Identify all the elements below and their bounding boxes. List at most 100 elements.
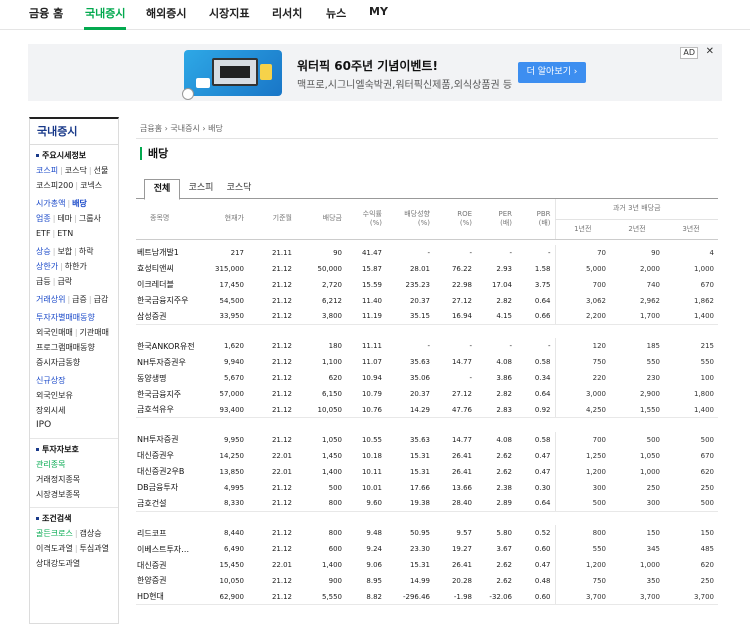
sidebar-item-otc[interactable]: 장외시세: [36, 406, 65, 415]
table-row[interactable]: 이베스트투자… 6,490 21.12 600 9.24 23.30 19.27 3.67 0.…: [136, 541, 718, 558]
stock-name-link[interactable]: 한국ANKOR유전: [136, 338, 212, 354]
sidebar-item-etn[interactable]: ETN: [57, 229, 73, 238]
sidebar-item-institution-trade[interactable]: 기관매매: [80, 328, 109, 337]
base-month-cell: 21.12: [248, 402, 296, 419]
table-row[interactable]: 한국ANKOR유전 1,620 21.12 180 11.11- - - -120 185 215: [136, 338, 718, 355]
nav-market-indicators[interactable]: 시장지표: [209, 5, 249, 21]
sidebar-item-gap-up[interactable]: 갭상승: [80, 529, 102, 538]
sidebar-item-lower-limit[interactable]: 하한가: [65, 262, 87, 271]
sidebar-item-fund-trend[interactable]: 증시자금동향: [36, 358, 80, 367]
ad-banner[interactable]: 워터픽 60주년 기념이벤트! 맥프로,시그니엘숙박권,워터픽신제품,외식상품권…: [28, 44, 722, 101]
table-row[interactable]: NH투자증권 9,950 21.12 1,050 10.55 35.63 14.77 4.08…: [136, 431, 718, 448]
nav-domestic[interactable]: 국내증시: [85, 5, 125, 21]
table-row[interactable]: 베트남개발1 217 21.11 90 41.47- - - -70 90 4: [136, 245, 718, 261]
stock-name-link[interactable]: 금호건설: [136, 495, 212, 512]
sidebar-item-program-trade[interactable]: 프로그램매매동향: [36, 343, 95, 352]
sidebar-item-konex[interactable]: 코넥스: [80, 181, 102, 190]
nav-overseas[interactable]: 해외증시: [146, 5, 186, 21]
sidebar-item-plunge[interactable]: 급락: [57, 277, 72, 286]
stock-name-link[interactable]: 대신증권2우B: [136, 464, 212, 480]
tab-kospi[interactable]: 코스피: [182, 179, 220, 199]
table-row[interactable]: NH투자증권우 9,940 21.12 1,100 11.07 35.63 14.77 4.0…: [136, 354, 718, 371]
table-row[interactable]: 금호건설 8,330 21.12 800 9.60 19.38 28.40 2.89 0.64 5…: [136, 495, 718, 512]
stock-name-link[interactable]: 한국금융지주: [136, 386, 212, 402]
stock-name-link[interactable]: 이베스트투자…: [136, 541, 212, 557]
table-row[interactable]: 삼성증권 33,950 21.12 3,800 11.19 35.15 16.94 4.15 0…: [136, 308, 718, 325]
table-row[interactable]: 이크레더블 17,450 21.12 2,720 15.59 235.23 22.98 17.…: [136, 276, 718, 293]
stock-name-link[interactable]: HD현대: [136, 588, 212, 606]
table-row[interactable]: 대신증권 15,450 22.01 1,400 9.06 15.31 26.41 2.62 0.…: [136, 557, 718, 574]
stock-name-link[interactable]: 베트남개발1: [136, 245, 212, 261]
sidebar-item-surge[interactable]: 급등: [36, 277, 51, 286]
sidebar-item-dividend[interactable]: 배당: [72, 199, 87, 208]
table-row[interactable]: 한국금융지주우 54,500 21.12 6,212 11.40 20.37 27.12 2.…: [136, 292, 718, 309]
sidebar-item-top-volume[interactable]: 거래상위: [36, 295, 65, 304]
stock-name-link[interactable]: 동양생명: [136, 370, 212, 386]
tab-all[interactable]: 전체: [144, 179, 180, 200]
ad-close-icon[interactable]: ✕: [706, 46, 714, 58]
stock-name-link[interactable]: 금호석유우: [136, 402, 212, 419]
stock-name-link[interactable]: 대신증권우: [136, 448, 212, 464]
table-row[interactable]: 대신증권2우B 13,850 22.01 1,400 10.11 15.31 26.41 2.…: [136, 463, 718, 480]
sidebar-item-etf[interactable]: ETF: [36, 229, 51, 238]
tab-kosdaq[interactable]: 코스닥: [220, 179, 258, 199]
sidebar-item-warning[interactable]: 시장경보종목: [36, 490, 80, 499]
sidebar-item-group[interactable]: 그룹사: [79, 214, 101, 223]
table-row[interactable]: DB금융투자 4,995 21.12 500 10.01 17.66 13.66 2.38 0.…: [136, 479, 718, 496]
sidebar-item-managed[interactable]: 관리종목: [36, 460, 65, 469]
sidebar-item-rise[interactable]: 상승: [36, 247, 51, 256]
stock-name-link[interactable]: 한양증권: [136, 573, 212, 589]
table-row[interactable]: 금호석유우 93,400 21.12 10,050 10.76 14.29 47.76 2.8…: [136, 402, 718, 419]
sidebar-item-market-cap[interactable]: 시가총액: [36, 199, 65, 208]
sidebar-item-flat[interactable]: 보합: [57, 247, 72, 256]
sidebar-item-ipo[interactable]: IPO: [36, 420, 51, 430]
sidebar-item-kosdaq[interactable]: 코스닥: [65, 166, 87, 175]
table-row[interactable]: 동양생명 5,670 21.12 620 10.94 35.06 - 3.86 0.34 220 2…: [136, 370, 718, 387]
stock-name-link[interactable]: 리드코프: [136, 525, 212, 541]
sidebar-item-investor-trend[interactable]: 투자자별매매동향: [36, 313, 95, 322]
stock-name-link[interactable]: 대신증권: [136, 557, 212, 573]
sidebar-item-upper-limit[interactable]: 상한가: [36, 262, 58, 271]
stock-name-link[interactable]: NH투자증권: [136, 432, 212, 448]
table-row[interactable]: 리드코프 8,440 21.12 800 9.48 50.95 9.57 5.80 0.52 80…: [136, 525, 718, 542]
sidebar-item-golden-cross[interactable]: 골든크로스: [36, 529, 73, 538]
nav-research[interactable]: 리서치: [272, 5, 302, 21]
sidebar-item-theme[interactable]: 테마: [57, 214, 72, 223]
sidebar-item-sector[interactable]: 업종: [36, 214, 51, 223]
per-cell: 2.38: [496, 483, 512, 492]
stock-name-link[interactable]: 한국금융지주우: [136, 293, 212, 309]
dividend-cell: 50,000: [317, 264, 343, 273]
stock-name-link[interactable]: 효성티앤씨: [136, 261, 212, 277]
sidebar-item-foreign-trade[interactable]: 외국인매매: [36, 328, 73, 337]
table-row[interactable]: 효성티앤씨 315,000 21.12 50,000 15.87 28.01 76.22 2.…: [136, 260, 718, 277]
stock-name-link[interactable]: DB금융투자: [136, 480, 212, 496]
sidebar-item-fall[interactable]: 하락: [79, 247, 94, 256]
table-row[interactable]: 대신증권우 14,250 22.01 1,450 10.18 15.31 26.41 2.62…: [136, 447, 718, 464]
nav-news[interactable]: 뉴스: [326, 5, 346, 21]
hist-3y-cell: 670: [700, 280, 714, 289]
sidebar-item-new-listing[interactable]: 신규상장: [36, 376, 65, 385]
sidebar-item-disparity[interactable]: 이격도과열: [36, 544, 73, 553]
sidebar-item-volume-down[interactable]: 급감: [94, 295, 109, 304]
hist-2y-cell: 740: [646, 280, 660, 289]
sidebar-item-volume-up[interactable]: 급증: [72, 295, 87, 304]
stock-name-link[interactable]: NH투자증권우: [136, 354, 212, 370]
hist-1y-cell: 1,200: [554, 557, 610, 574]
sidebar-item-kospi[interactable]: 코스피: [36, 166, 58, 175]
nav-finance-home[interactable]: 금융 홈: [29, 5, 63, 21]
price-cell: 5,670: [223, 374, 244, 383]
table-row[interactable]: 한양증권 10,050 21.12 900 8.95 14.99 20.28 2.62 0.48…: [136, 573, 718, 589]
stock-name-link[interactable]: 삼성증권: [136, 308, 212, 325]
sidebar-item-kospi200[interactable]: 코스피200: [36, 181, 73, 190]
sidebar-item-rsi[interactable]: 상대강도과열: [36, 559, 80, 568]
hist-1y-cell: 3,000: [554, 386, 610, 403]
sidebar-item-futures[interactable]: 선물: [94, 166, 109, 175]
sidebar-item-foreign-holding[interactable]: 외국인보유: [36, 391, 73, 400]
table-row[interactable]: HD현대 62,900 21.12 5,550 8.82 -296.46 -1.98 -32.…: [136, 588, 718, 606]
ad-learn-more-button[interactable]: 더 알아보기 ›: [518, 62, 586, 83]
nav-my[interactable]: MY: [369, 5, 388, 18]
sidebar-item-suspended[interactable]: 거래정지종목: [36, 475, 80, 484]
table-row[interactable]: 한국금융지주 57,000 21.12 6,150 10.79 20.37 27.12 2.8…: [136, 386, 718, 403]
stock-name-link[interactable]: 이크레더블: [136, 277, 212, 293]
sidebar-item-psychology[interactable]: 투심과열: [80, 544, 109, 553]
